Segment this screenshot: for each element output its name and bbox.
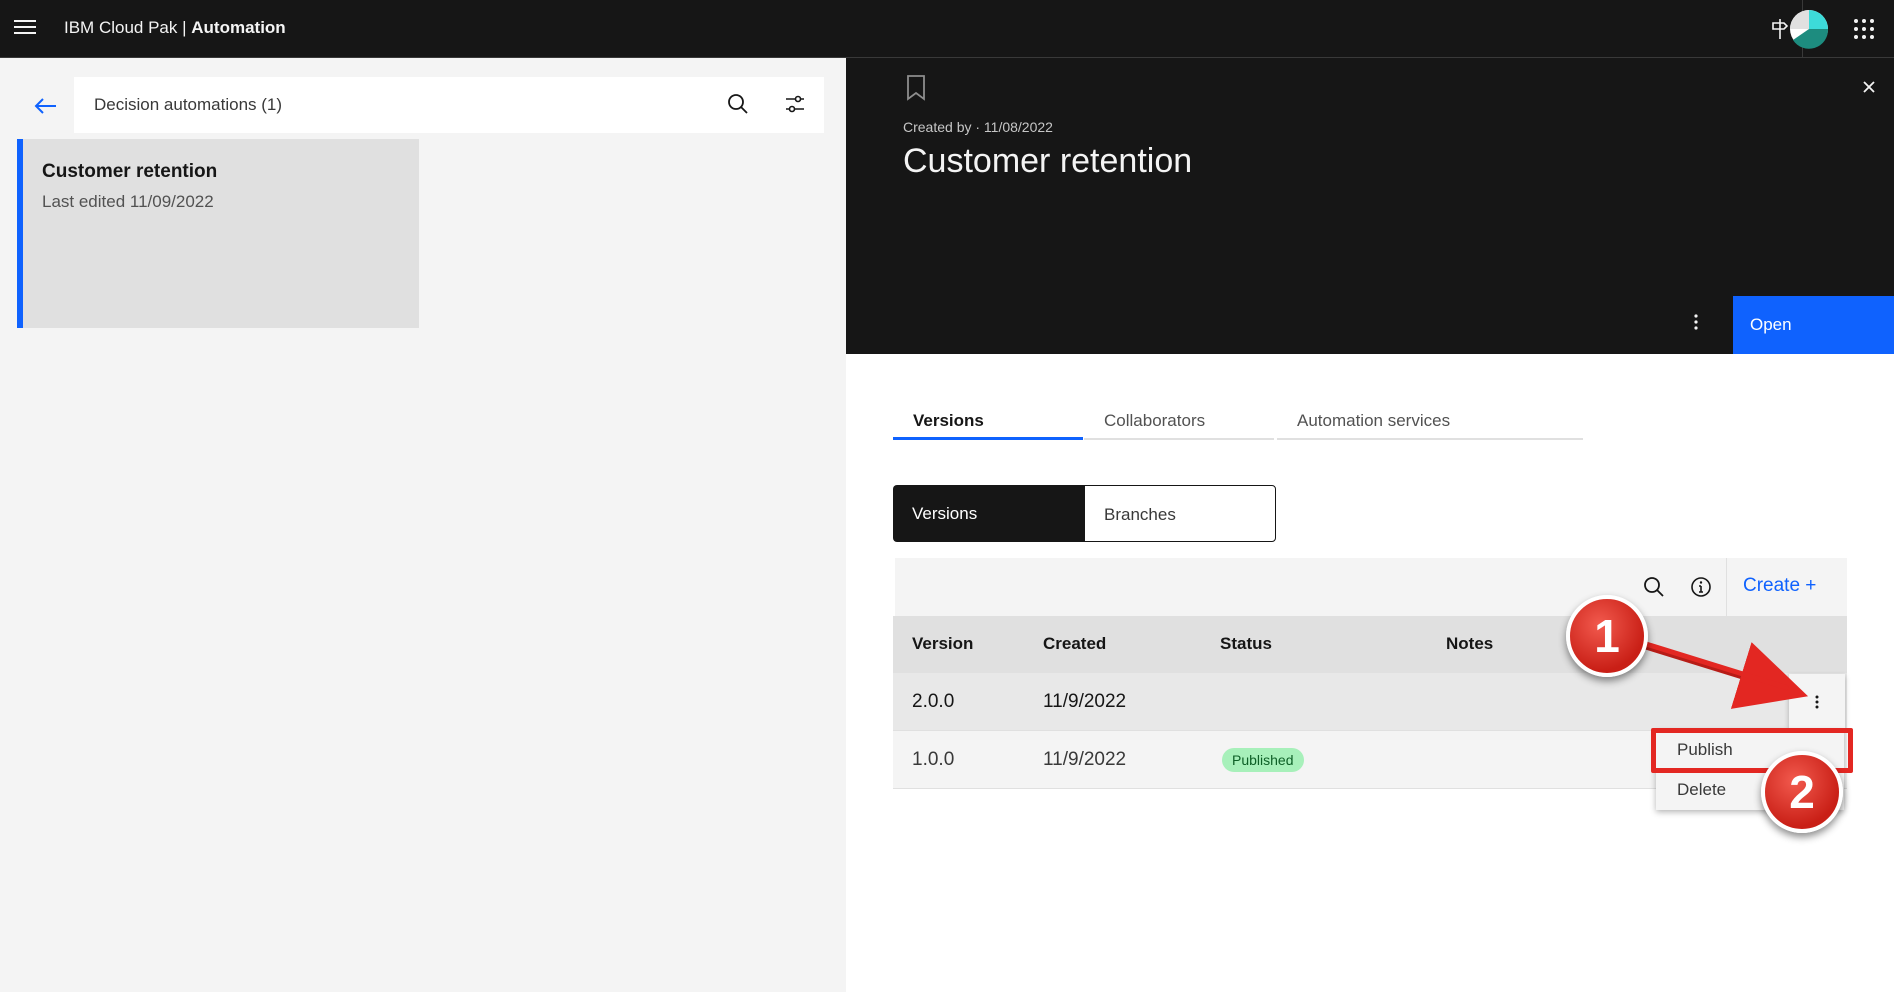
create-button[interactable]: Create + [1743, 575, 1816, 597]
overflow-menu-icon[interactable] [1686, 308, 1706, 336]
card-last-edited: Last edited 11/09/2022 [42, 192, 214, 211]
list-search-bar: Decision automations (1) [74, 77, 824, 133]
step-1-marker: 1 [1566, 595, 1648, 677]
top-bar: IBM Cloud Pak | Automation [0, 0, 1894, 58]
tab-versions[interactable]: Versions [893, 404, 1083, 440]
bookmark-icon[interactable] [906, 74, 926, 102]
status-badge: Published [1222, 748, 1304, 772]
filter-settings-icon[interactable] [784, 93, 806, 120]
step-2-marker: 2 [1761, 751, 1843, 833]
card-title: Customer retention [42, 161, 218, 182]
panel-header: Created by · 11/08/2022 Customer retenti… [846, 58, 1894, 354]
avatar[interactable] [1788, 8, 1830, 50]
table-row[interactable]: 2.0.0 11/9/2022 [893, 673, 1847, 731]
created-cell: 11/9/2022 [1043, 749, 1127, 770]
version-cell: 2.0.0 [912, 691, 955, 712]
tab-automation-services[interactable]: Automation services [1277, 404, 1583, 440]
segment-branches[interactable]: Branches [1084, 485, 1276, 542]
list-title: Decision automations (1) [94, 95, 283, 114]
brand-name: Automation [191, 18, 286, 37]
table-toolbar: Create + [895, 558, 1847, 616]
column-header-notes[interactable]: Notes [1446, 634, 1493, 654]
table-header: Version Created Status Notes [893, 616, 1847, 673]
menu-icon[interactable] [14, 20, 36, 38]
automation-card[interactable]: Customer retention Last edited 11/09/202… [17, 139, 419, 328]
brand-prefix: IBM Cloud Pak | [64, 18, 187, 37]
toolbar-divider [1726, 558, 1727, 616]
tab-collaborators[interactable]: Collaborators [1084, 404, 1274, 440]
created-cell: 11/9/2022 [1043, 691, 1127, 712]
open-button[interactable]: Open [1733, 296, 1894, 354]
close-icon[interactable] [1860, 78, 1878, 96]
row-overflow-menu-icon[interactable] [1789, 674, 1845, 729]
menu-item-delete[interactable]: Delete [1677, 780, 1726, 800]
search-icon[interactable] [727, 93, 749, 120]
panel-title: Customer retention [903, 142, 1193, 180]
segment-versions[interactable]: Versions [893, 485, 1084, 542]
search-icon[interactable] [1643, 576, 1665, 598]
column-header-status[interactable]: Status [1220, 634, 1272, 654]
info-icon[interactable] [1690, 576, 1712, 598]
created-by: Created by · 11/08/2022 [903, 119, 1053, 135]
column-header-version[interactable]: Version [912, 634, 973, 654]
version-cell: 1.0.0 [912, 749, 955, 770]
app-switcher-icon[interactable] [1847, 12, 1881, 46]
brand: IBM Cloud Pak | Automation [64, 18, 286, 38]
back-arrow-icon[interactable] [30, 95, 60, 117]
column-header-created[interactable]: Created [1043, 634, 1106, 654]
